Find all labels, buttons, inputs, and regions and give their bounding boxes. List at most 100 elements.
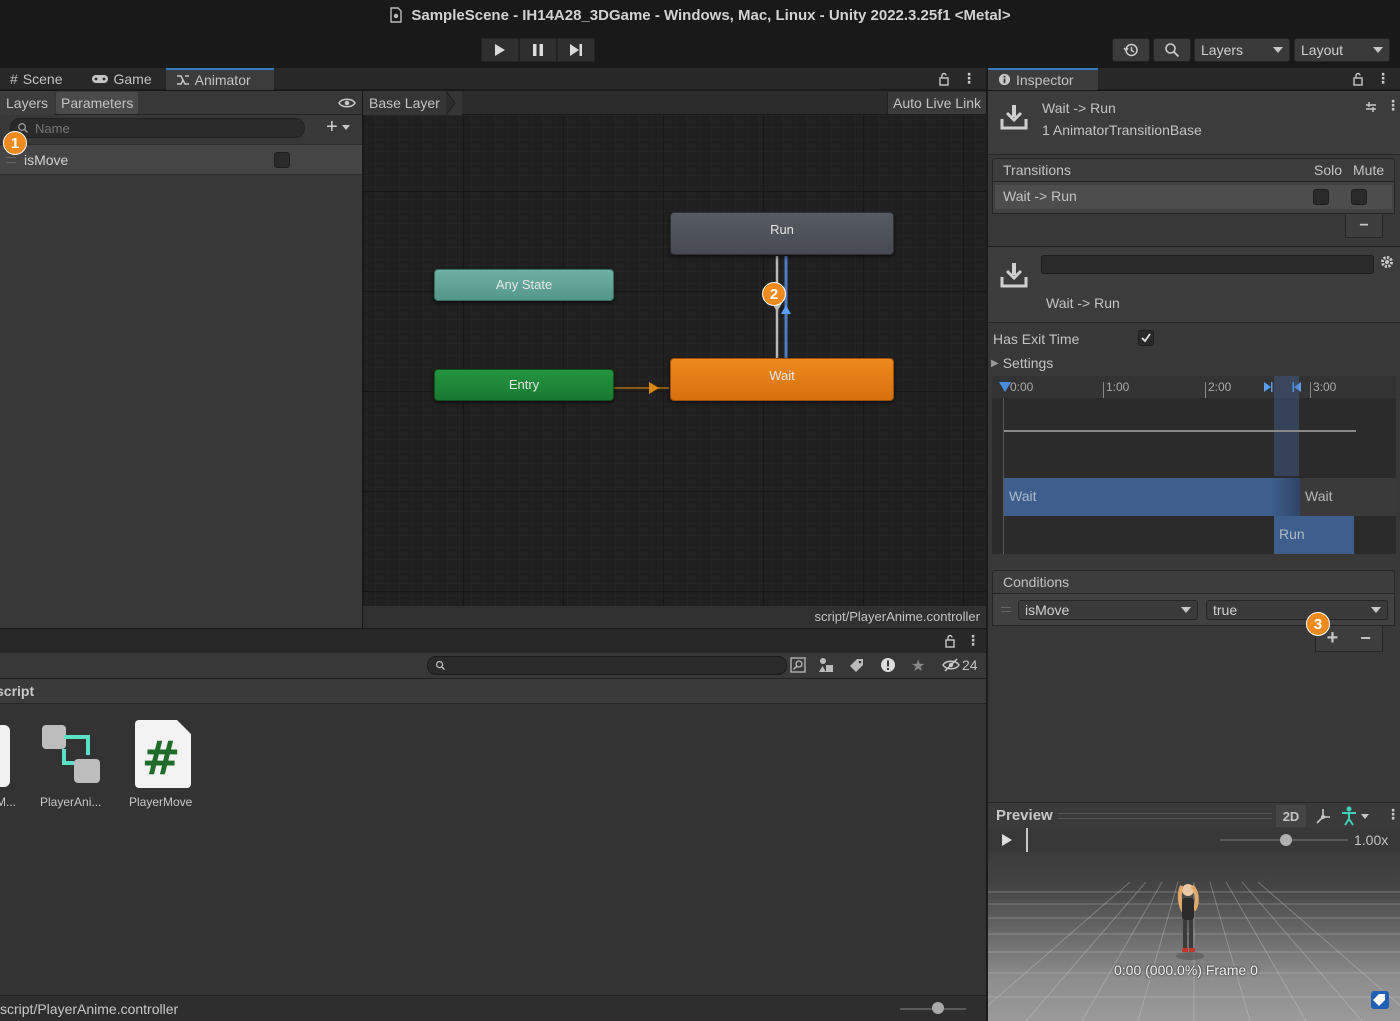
asset-label-2[interactable]: PlayerMove	[129, 795, 192, 809]
warning-icon[interactable]	[880, 657, 896, 673]
grid-icon: #	[10, 70, 18, 87]
transition-timeline[interactable]: 0:00 1:00 2:00 3:00 Wait Wait Run	[992, 376, 1396, 554]
parameter-value-checkbox[interactable]	[274, 152, 290, 168]
inspector-title: Wait -> Run	[1042, 100, 1116, 116]
tick-label-3: 3:00	[1313, 380, 1337, 394]
label-tag-icon[interactable]	[849, 657, 865, 673]
filter-type-icon[interactable]	[818, 657, 834, 673]
speed-slider-thumb[interactable]	[1280, 834, 1292, 846]
layers-dropdown[interactable]: Layers	[1194, 38, 1290, 62]
drag-handle-icon[interactable]	[1001, 607, 1011, 612]
pause-button[interactable]	[519, 38, 557, 62]
pivot-icon[interactable]	[1314, 807, 1332, 825]
tab-inspector[interactable]: Inspector	[988, 67, 1098, 90]
add-parameter-button[interactable]: +	[326, 116, 350, 138]
solo-checkbox[interactable]	[1313, 189, 1329, 205]
parameter-row[interactable]: isMove	[0, 144, 362, 175]
tick-label-1: 1:00	[1106, 380, 1130, 394]
eye-icon[interactable]	[338, 97, 356, 109]
preset-icon[interactable]	[1364, 100, 1378, 114]
drag-handle-icon[interactable]	[6, 157, 16, 163]
preview-controls: 1.00x	[988, 828, 1400, 852]
state-node-entry[interactable]: Entry	[434, 369, 614, 401]
remove-transition-button[interactable]: −	[1345, 214, 1383, 238]
preview-play-button[interactable]	[1001, 833, 1013, 847]
parameter-name[interactable]: isMove	[24, 152, 68, 168]
project-search-input[interactable]	[427, 656, 787, 675]
tab-inspector-label: Inspector	[1016, 71, 1074, 88]
tab-animator[interactable]: Animator	[165, 67, 274, 90]
lock-icon[interactable]	[938, 72, 950, 86]
state-node-any-state[interactable]: Any State	[434, 269, 614, 301]
condition-parameter-dropdown[interactable]: isMove	[1018, 600, 1198, 620]
next-from-state-bar[interactable]: Wait	[1300, 478, 1396, 516]
project-tabbar: ⋮	[0, 629, 986, 653]
info-icon	[998, 73, 1011, 86]
condition-value-dropdown[interactable]: true	[1206, 600, 1388, 620]
avatar-dropdown[interactable]	[1340, 806, 1369, 826]
kebab-menu-icon[interactable]: ⋮	[1376, 70, 1390, 87]
remove-condition-button[interactable]: −	[1349, 628, 1382, 649]
playhead-marker-icon[interactable]	[998, 381, 1012, 393]
preview-drag-handle[interactable]	[1058, 813, 1272, 819]
tab-game[interactable]: Game	[81, 68, 162, 90]
from-state-bar[interactable]: Wait	[1004, 478, 1300, 516]
slider-thumb[interactable]	[932, 1002, 944, 1014]
parameter-search-input[interactable]: Name	[10, 118, 305, 138]
panel-divider[interactable]	[986, 68, 988, 1021]
tab-parameters[interactable]: Parameters	[56, 91, 139, 114]
plus-icon: +	[326, 116, 338, 138]
asset-label-0[interactable]: M...	[0, 795, 16, 809]
history-button[interactable]	[1112, 38, 1150, 62]
to-state-bar[interactable]: Run	[1274, 516, 1354, 554]
condition-parameter-value: isMove	[1025, 602, 1070, 618]
csharp-script-asset-icon[interactable]: #	[133, 720, 193, 788]
kebab-menu-icon[interactable]: ⋮	[962, 70, 976, 87]
lock-icon[interactable]	[1352, 72, 1364, 86]
folder-label[interactable]: script	[0, 683, 34, 699]
animator-icon	[176, 74, 189, 85]
hidden-packages-toggle[interactable]: 24	[942, 657, 978, 673]
chevron-right-icon: ▶	[991, 357, 999, 369]
asset-icon-partial[interactable]	[0, 725, 10, 787]
search-by-type-icon[interactable]	[790, 657, 806, 673]
gear-icon[interactable]	[1380, 255, 1394, 269]
settings-label: Settings	[1002, 355, 1054, 371]
layers-label: Layers	[1201, 42, 1244, 58]
condition-value-value: true	[1213, 602, 1238, 618]
has-exit-time-label: Has Exit Time	[993, 331, 1080, 347]
animator-controller-asset-icon[interactable]	[40, 723, 104, 787]
transition-icon	[1000, 261, 1028, 289]
preview-2d-button[interactable]: 2D	[1276, 805, 1306, 827]
asset-label-1[interactable]: PlayerAni...	[40, 795, 101, 809]
play-button[interactable]	[481, 38, 519, 62]
state-node-run[interactable]: Run	[670, 212, 894, 255]
tab-game-label: Game	[113, 70, 152, 87]
preview-viewport[interactable]: 0:00 (000.0%) Frame 0	[988, 852, 1400, 1021]
layout-dropdown[interactable]: Layout	[1294, 38, 1390, 62]
arrow-right-icon	[649, 382, 659, 394]
transition-overlap-region[interactable]	[1274, 376, 1299, 476]
kebab-menu-icon[interactable]: ⋮	[1386, 806, 1400, 823]
transition-start-marker-icon[interactable]	[1263, 381, 1273, 393]
favorite-star-icon[interactable]: ★	[911, 656, 925, 676]
hidden-count: 24	[962, 657, 978, 673]
tab-scene[interactable]: # Scene	[0, 68, 73, 90]
kebab-menu-icon[interactable]: ⋮	[1386, 97, 1400, 114]
tick-mark	[1310, 382, 1311, 398]
animator-graph[interactable]: Base Layer Auto Live Link Run Any State …	[363, 90, 986, 628]
settings-foldout[interactable]: ▶ Settings	[991, 355, 1053, 371]
has-exit-time-checkbox[interactable]	[1138, 330, 1154, 346]
kebab-menu-icon[interactable]: ⋮	[966, 632, 980, 649]
transition-list-item[interactable]: Wait -> Run	[995, 185, 1392, 209]
lock-icon[interactable]	[944, 634, 956, 648]
tab-scene-label: Scene	[22, 70, 63, 87]
search-button[interactable]	[1153, 38, 1191, 62]
tab-layers[interactable]: Layers	[0, 90, 55, 115]
mute-checkbox[interactable]	[1351, 189, 1367, 205]
step-button[interactable]	[557, 38, 595, 62]
state-node-wait[interactable]: Wait	[670, 358, 894, 401]
preview-scrubber[interactable]	[1026, 828, 1028, 852]
asset-label-tag-icon[interactable]	[1370, 990, 1390, 1010]
transition-name-field[interactable]	[1041, 255, 1374, 274]
